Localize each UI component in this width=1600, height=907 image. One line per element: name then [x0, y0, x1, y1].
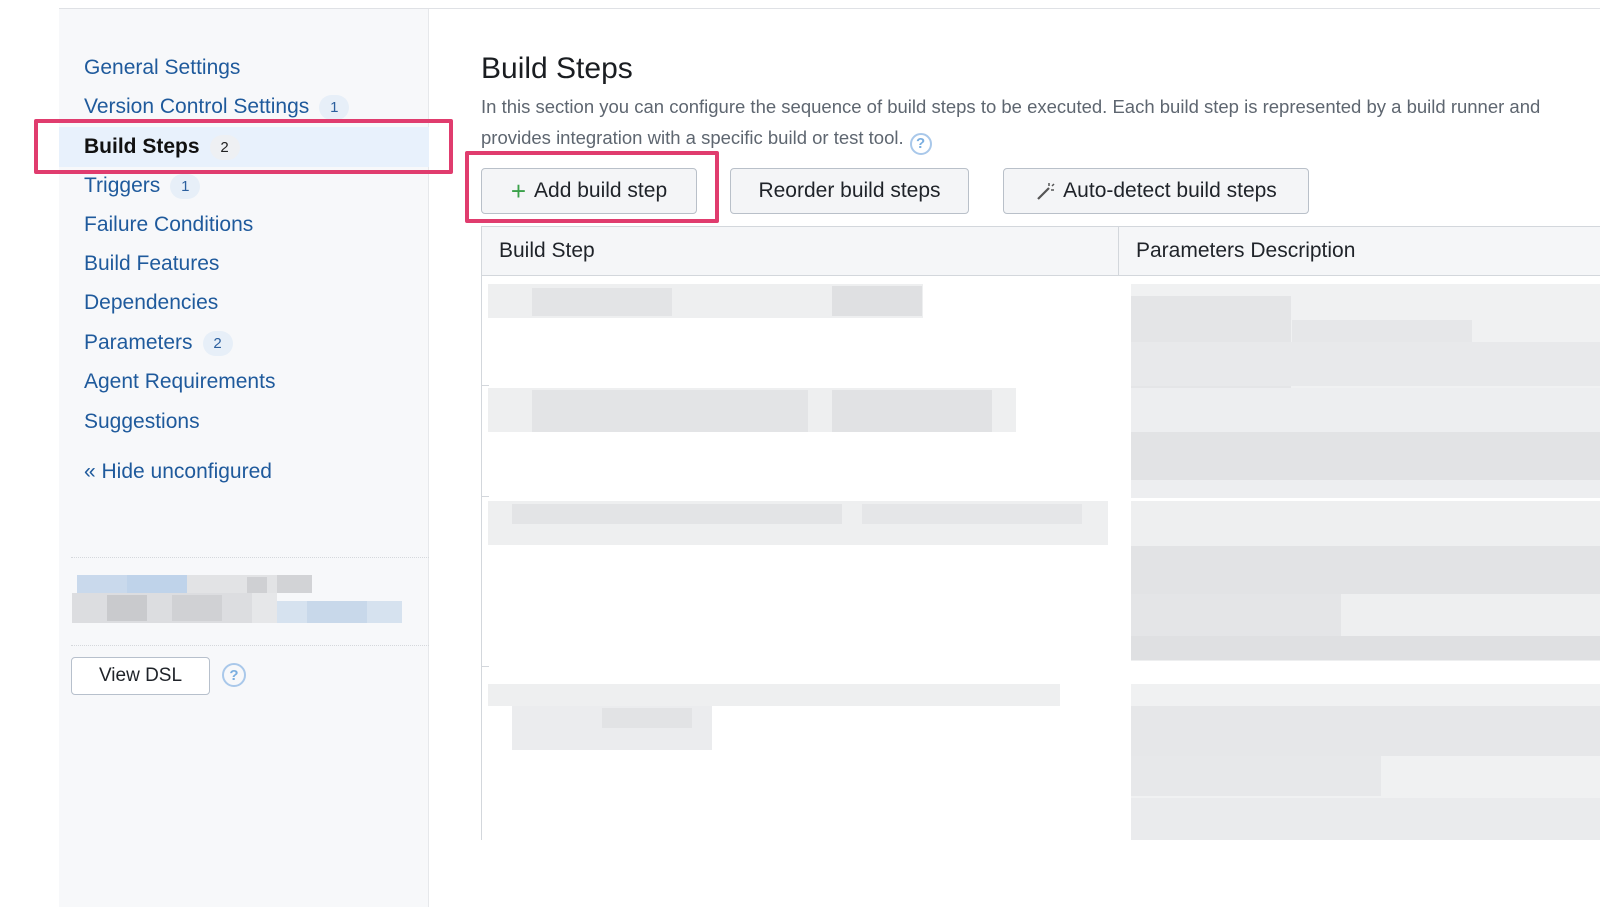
count-badge: 1 [319, 94, 350, 120]
column-header-parameters-description: Parameters Description [1136, 239, 1356, 262]
section-description: In this section you can configure the se… [481, 91, 1541, 155]
page-title: Build Steps [481, 52, 633, 85]
sidebar-item-dependencies[interactable]: Dependencies [59, 285, 429, 321]
button-label: Add build step [534, 179, 668, 202]
sidebar-item-label: Build Steps [84, 135, 200, 158]
description-text: In this section you can configure the se… [481, 96, 1541, 148]
plus-icon: + [510, 176, 527, 206]
sidebar-item-label: Version Control Settings [84, 95, 310, 118]
help-icon[interactable]: ? [909, 132, 932, 155]
sidebar-item-build-steps[interactable]: Build Steps 2 [59, 127, 429, 167]
magic-wand-icon [1035, 181, 1055, 201]
row-divider [481, 666, 489, 667]
view-dsl-button[interactable]: View DSL [71, 657, 210, 695]
sidebar-item-parameters[interactable]: Parameters 2 [59, 325, 429, 361]
sidebar-item-label: Failure Conditions [84, 213, 254, 236]
sidebar-item-label: Build Features [84, 252, 220, 275]
sidebar-item-label: Triggers [84, 174, 161, 197]
sidebar-item-suggestions[interactable]: Suggestions [59, 404, 429, 440]
button-label: Reorder build steps [758, 179, 941, 202]
auto-detect-build-steps-button[interactable]: Auto-detect build steps [1003, 168, 1309, 214]
table-header: Build Step Parameters Description [482, 226, 1600, 276]
help-icon[interactable]: ? [222, 663, 246, 687]
hide-unconfigured-link[interactable]: « Hide unconfigured [84, 460, 272, 484]
sidebar-item-triggers[interactable]: Triggers 1 [59, 168, 429, 204]
button-label: Auto-detect build steps [1063, 179, 1277, 202]
count-badge: 2 [209, 134, 240, 160]
sidebar: General Settings Version Control Setting… [59, 9, 429, 907]
sidebar-item-agent-requirements[interactable]: Agent Requirements [59, 364, 429, 400]
sidebar-item-general-settings[interactable]: General Settings [59, 50, 429, 86]
build-steps-table: Build Step Parameters Description [481, 226, 1600, 840]
sidebar-item-label: General Settings [84, 56, 241, 79]
sidebar-item-failure-conditions[interactable]: Failure Conditions [59, 207, 429, 243]
sidebar-item-build-features[interactable]: Build Features [59, 246, 429, 282]
reorder-build-steps-button[interactable]: Reorder build steps [730, 168, 969, 214]
count-badge: 1 [170, 173, 201, 199]
count-badge: 2 [202, 330, 233, 356]
sidebar-item-label: Dependencies [84, 291, 219, 314]
sidebar-item-label: Suggestions [84, 410, 200, 433]
sidebar-item-label: Agent Requirements [84, 370, 276, 393]
row-divider [481, 385, 489, 386]
column-header-build-step: Build Step [482, 227, 1119, 275]
sidebar-divider [71, 557, 429, 558]
sidebar-divider [71, 645, 429, 646]
sidebar-item-version-control-settings[interactable]: Version Control Settings 1 [59, 89, 429, 125]
row-divider [481, 496, 489, 497]
add-build-step-button[interactable]: + Add build step [481, 168, 697, 214]
sidebar-item-label: Parameters [84, 331, 193, 354]
blurred-content [72, 565, 417, 645]
